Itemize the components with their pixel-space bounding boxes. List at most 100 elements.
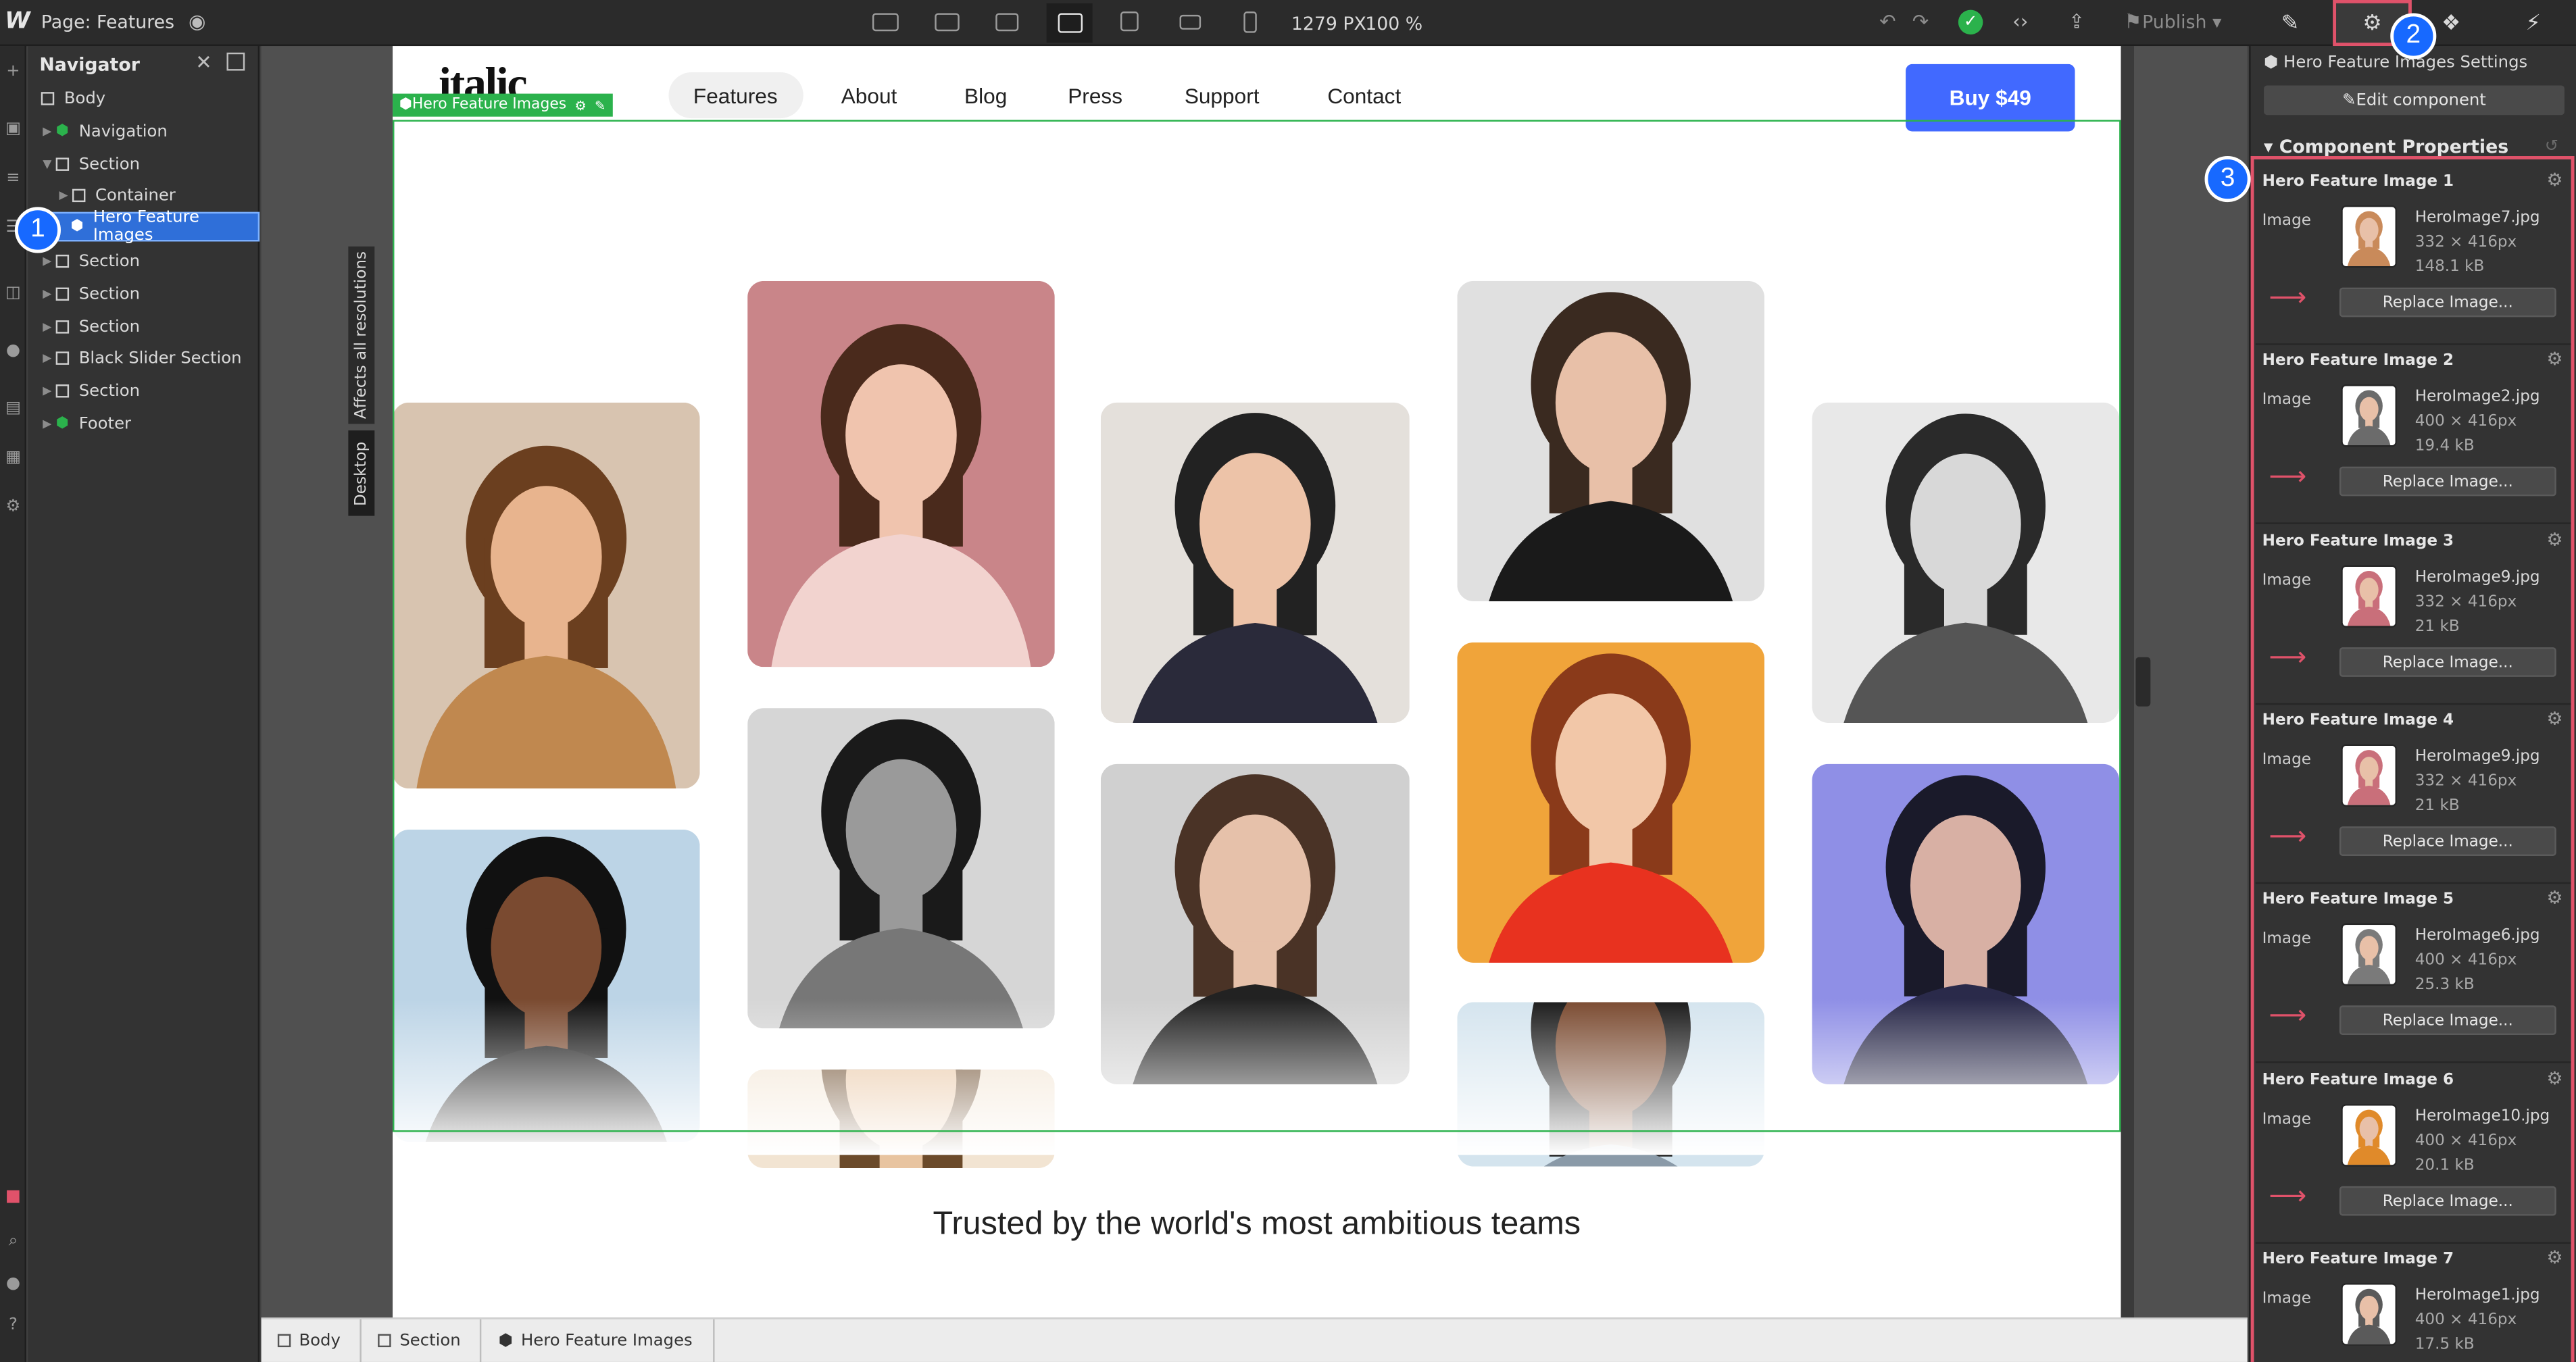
caret-right-icon[interactable]: ▶ [43,288,55,301]
nav-link-features[interactable]: Features [693,84,778,108]
nav-item-label: Section [78,318,141,336]
nav-item-navigation[interactable]: ▶ ⬢ Navigation [28,117,259,147]
nav-item-label: Section [78,284,141,303]
help-icon[interactable]: ? [3,1316,23,1336]
selected-element-label: Hero Feature Images [412,97,567,114]
top-toolbar: W Page: Features ◉ 1279 PX 100 % ↶ ↷ ✓ ‹… [0,0,2576,47]
edit-pencil-icon[interactable]: ✎ [595,98,605,113]
reset-icon[interactable]: ↺ [2545,138,2558,156]
pages-icon[interactable]: ≡ [3,169,23,188]
close-icon[interactable]: ✕ [195,51,212,74]
users-icon[interactable]: ● [3,342,23,361]
canvas-resize-handle[interactable] [2135,657,2151,707]
caret-right-icon[interactable]: ▶ [43,255,55,268]
style-panel-brush-icon[interactable]: ✎ [2251,0,2330,46]
symbols-cube-icon[interactable]: ▣ [3,120,23,140]
record-icon[interactable]: ■ [3,1188,23,1207]
nav-link-contact[interactable]: Contact [1327,84,1401,108]
component-icon: ⬢ [399,97,412,114]
breadcrumb-section[interactable]: Section [362,1318,482,1362]
nav-link-press[interactable]: Press [1068,84,1122,108]
page-selector[interactable]: Page: Features [41,11,174,33]
nav-item-label: Section [78,155,141,174]
caret-right-icon[interactable]: ▶ [59,189,72,202]
edit-component-label: Edit component [2356,91,2486,109]
webflow-logo[interactable]: W [5,8,30,34]
breakpoint-tablet-icon[interactable] [1114,8,1143,34]
breakpoint-desktop-icon[interactable] [1046,3,1093,43]
assets-icon[interactable]: ▦ [3,449,23,468]
desktop-breakpoint-tab[interactable]: Desktop [348,430,375,516]
lightning-icon[interactable]: ⚡ [2494,0,2573,46]
publish-button[interactable]: Publish ▾ [2119,11,2221,33]
callout-marker-3: 3 [2204,156,2251,203]
nav-item-section[interactable]: ▼ Section [28,149,259,179]
element-box-icon [55,254,70,268]
nav-item-section[interactable]: ▶ Section [28,376,259,406]
callout-marker-1: 1 [14,207,61,253]
site-preview: italic Features About Blog Press Support… [393,46,2121,1318]
redo-icon[interactable]: ↷ [1912,10,1929,33]
nav-link-support[interactable]: Support [1185,84,1260,108]
nav-item-container[interactable]: ▶ Container [28,180,259,210]
element-box-icon [55,320,70,334]
breakpoint-xxl-icon[interactable] [870,8,900,34]
element-box-icon [55,351,70,365]
breakpoint-landscape-icon[interactable] [1174,8,1204,34]
breakpoint-mobile-icon[interactable] [1235,8,1265,34]
caret-right-icon[interactable]: ▶ [43,320,55,333]
element-box-icon [55,287,70,301]
code-icon[interactable]: ‹› [2012,10,2028,33]
nav-item-section[interactable]: ▶ Section [28,279,259,309]
nav-item-body[interactable]: Body [28,84,259,114]
add-icon[interactable]: + [3,62,23,82]
cms-icon[interactable]: ◫ [3,284,23,304]
nav-item-footer[interactable]: ▶ ⬢ Footer [28,409,259,439]
undo-icon[interactable]: ↶ [1879,10,1896,33]
breadcrumb-body[interactable]: Body [262,1318,362,1362]
team-icon[interactable]: ● [3,1275,23,1294]
preview-eye-icon[interactable]: ◉ [184,10,210,36]
component-icon: ⬢ [70,218,84,234]
component-properties-header[interactable]: ▾ Component Properties [2264,136,2508,158]
settings-gear-icon[interactable]: ⚙ [574,98,586,113]
nav-item-section[interactable]: ▶ Section [28,247,259,276]
trusted-heading: Trusted by the world's most ambitious te… [933,1205,1581,1242]
breakpoint-l-icon[interactable] [992,8,1022,34]
affects-all-resolutions-tab[interactable]: Affects all resolutions [348,246,375,424]
viewport-width-readout[interactable]: 1279 PX [1291,13,1366,34]
export-icon[interactable]: ⇪ [2069,10,2085,33]
dock-panel-icon[interactable] [226,52,245,71]
element-box-icon [72,188,86,203]
element-box-icon [378,1334,392,1348]
breadcrumb-label: Section [399,1331,461,1350]
caret-right-icon[interactable]: ▶ [43,384,55,397]
saved-status-icon: ✓ [1958,9,1983,35]
nav-link-blog[interactable]: Blog [964,84,1007,108]
selected-element-tag[interactable]: ⬢ Hero Feature Images ⚙ ✎ [393,93,612,117]
breadcrumb-hero-feature-images[interactable]: ⬢ Hero Feature Images [482,1318,714,1362]
breadcrumb-label: Body [299,1331,341,1350]
settings-icon[interactable]: ⚙ [3,498,23,518]
nav-link-about[interactable]: About [841,84,897,108]
component-properties-label: Component Properties [2279,136,2509,158]
publish-label: Publish [2142,11,2207,33]
nav-item-label: Black Slider Section [78,349,242,368]
zoom-readout[interactable]: 100 % [1365,13,1422,34]
caret-down-icon[interactable]: ▼ [43,157,55,170]
edit-component-button[interactable]: ✎ Edit component [2264,85,2565,116]
component-icon: ⬢ [2264,54,2284,72]
caret-right-icon[interactable]: ▶ [43,351,55,364]
nav-item-black-slider-section[interactable]: ▶ Black Slider Section [28,343,259,373]
search-icon[interactable]: ⌕ [3,1232,23,1252]
canvas-scrollbar[interactable] [2121,46,2134,1318]
highlight-outline [2250,156,2575,1362]
navigator-panel: Navigator ✕ Body ▶ ⬢ Navigation ▼ Section ▶… [28,46,260,1362]
breakpoint-xl-icon[interactable] [931,8,961,34]
caret-right-icon[interactable]: ▶ [43,125,55,138]
nav-item-hero-feature-images[interactable]: ⬢ Hero Feature Images [28,209,260,245]
caret-right-icon[interactable]: ▶ [43,418,55,430]
ecommerce-icon[interactable]: ▤ [3,399,23,419]
nav-item-label: Footer [78,415,132,433]
nav-item-section[interactable]: ▶ Section [28,312,259,342]
